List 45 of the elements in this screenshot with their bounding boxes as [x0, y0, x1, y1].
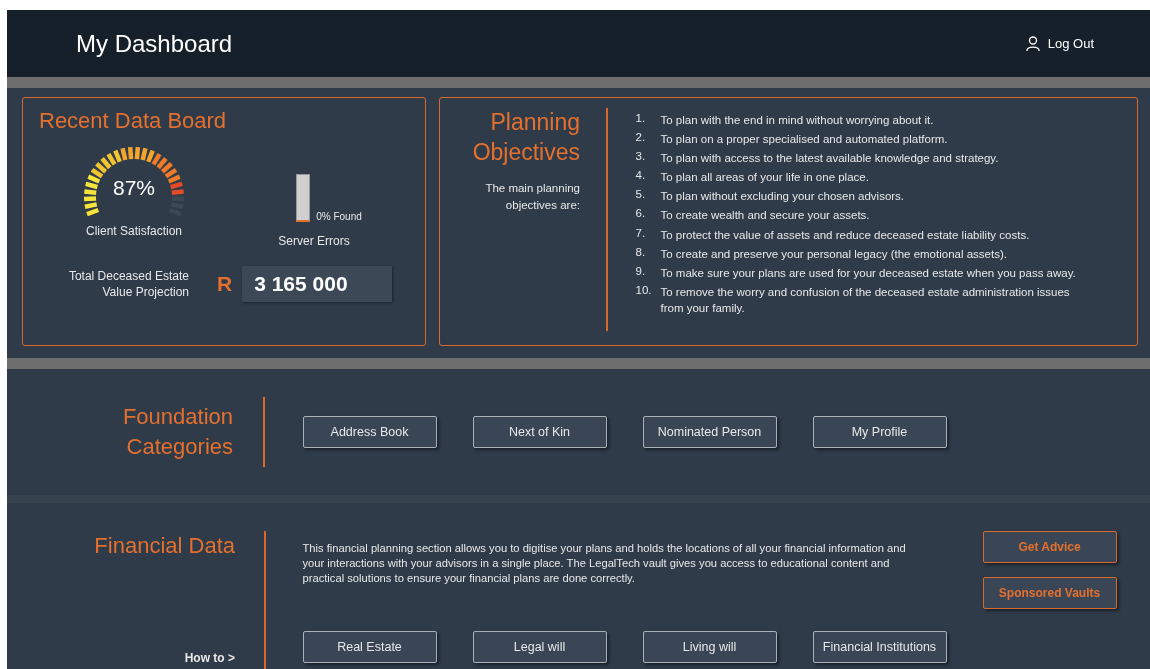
objective-text: To plan on a proper specialised and automated platform.	[660, 132, 949, 148]
objective-text: To plan without excluding your chosen advisors.	[660, 189, 906, 205]
item-number: 9.	[635, 264, 647, 279]
objective-text: To remove the worry and confusion of the deceased estate administration issues from your family.	[660, 284, 1071, 316]
item-number: 6.	[635, 207, 647, 222]
intro-text: The main planning objectives are:	[484, 180, 580, 214]
user-icon	[1025, 35, 1040, 52]
currency-symbol: R	[217, 272, 233, 296]
item-number: 2.	[635, 131, 647, 146]
logout-link[interactable]: Log Out	[1025, 35, 1094, 52]
item-number: 3.	[635, 150, 647, 165]
description-text: This financial planning section allows you to digitise your plans and holds the locations of all your financial information and your interactions with your advisors in a single place. The LegalTech vault gives you access to educational content and practical solutions to ensure your financial plans are done correctly.	[302, 541, 907, 587]
category-button[interactable]: Financial Institutions	[812, 631, 947, 663]
category-button[interactable]: Living will	[642, 631, 777, 663]
projection-label: Total Deceased Estate Value Projection	[67, 267, 189, 301]
objective-text: To create wealth and secure your assets.	[660, 208, 871, 224]
objective-text: To create and preserve your personal legacy (the emotional assets).	[660, 246, 1008, 262]
category-button[interactable]: Next of Kin	[472, 416, 607, 448]
error-reading: 0% Found	[316, 211, 362, 222]
objective-text: To plan with the end in mind without worrying about it.	[660, 113, 935, 128]
page-title: My Dashboard	[76, 29, 233, 58]
item-number: 7.	[635, 226, 647, 241]
how-to-label: How to >	[183, 651, 235, 665]
category-button[interactable]: Nominated Person	[642, 416, 777, 448]
category-button[interactable]: Address Book	[302, 416, 437, 448]
category-button[interactable]: Real Estate	[302, 631, 437, 663]
objective-text: To make sure your plans are used for your deceased estate when you pass away.	[660, 265, 1077, 281]
category-button[interactable]: My Profile	[812, 416, 947, 448]
section-title: Recent Data Board	[39, 108, 228, 134]
section-title: Financial Data	[93, 532, 235, 560]
section-title: Foundation Categories	[121, 403, 233, 461]
objective-text: To plan with access to the latest available knowledge and strategy.	[660, 151, 1000, 167]
section-title: Planning Objectives	[471, 108, 580, 167]
projection-value: 3 165 000	[242, 266, 393, 302]
item-number: 5.	[635, 188, 647, 203]
item-number: 10.	[635, 283, 653, 298]
objective-text: To protect the value of assets and reduce deceased estate liability costs.	[660, 227, 1031, 243]
category-button[interactable]: Legal will	[472, 631, 607, 663]
objective-text: To plan all areas of your life in one place.	[660, 170, 870, 186]
metric-label: Server Errors	[278, 234, 350, 248]
item-number: 4.	[635, 169, 647, 184]
metric-label: Client Satisfaction	[85, 224, 182, 238]
item-number: 1.	[635, 112, 647, 126]
item-number: 8.	[635, 245, 647, 260]
satisfaction-value: 87%	[112, 176, 156, 200]
